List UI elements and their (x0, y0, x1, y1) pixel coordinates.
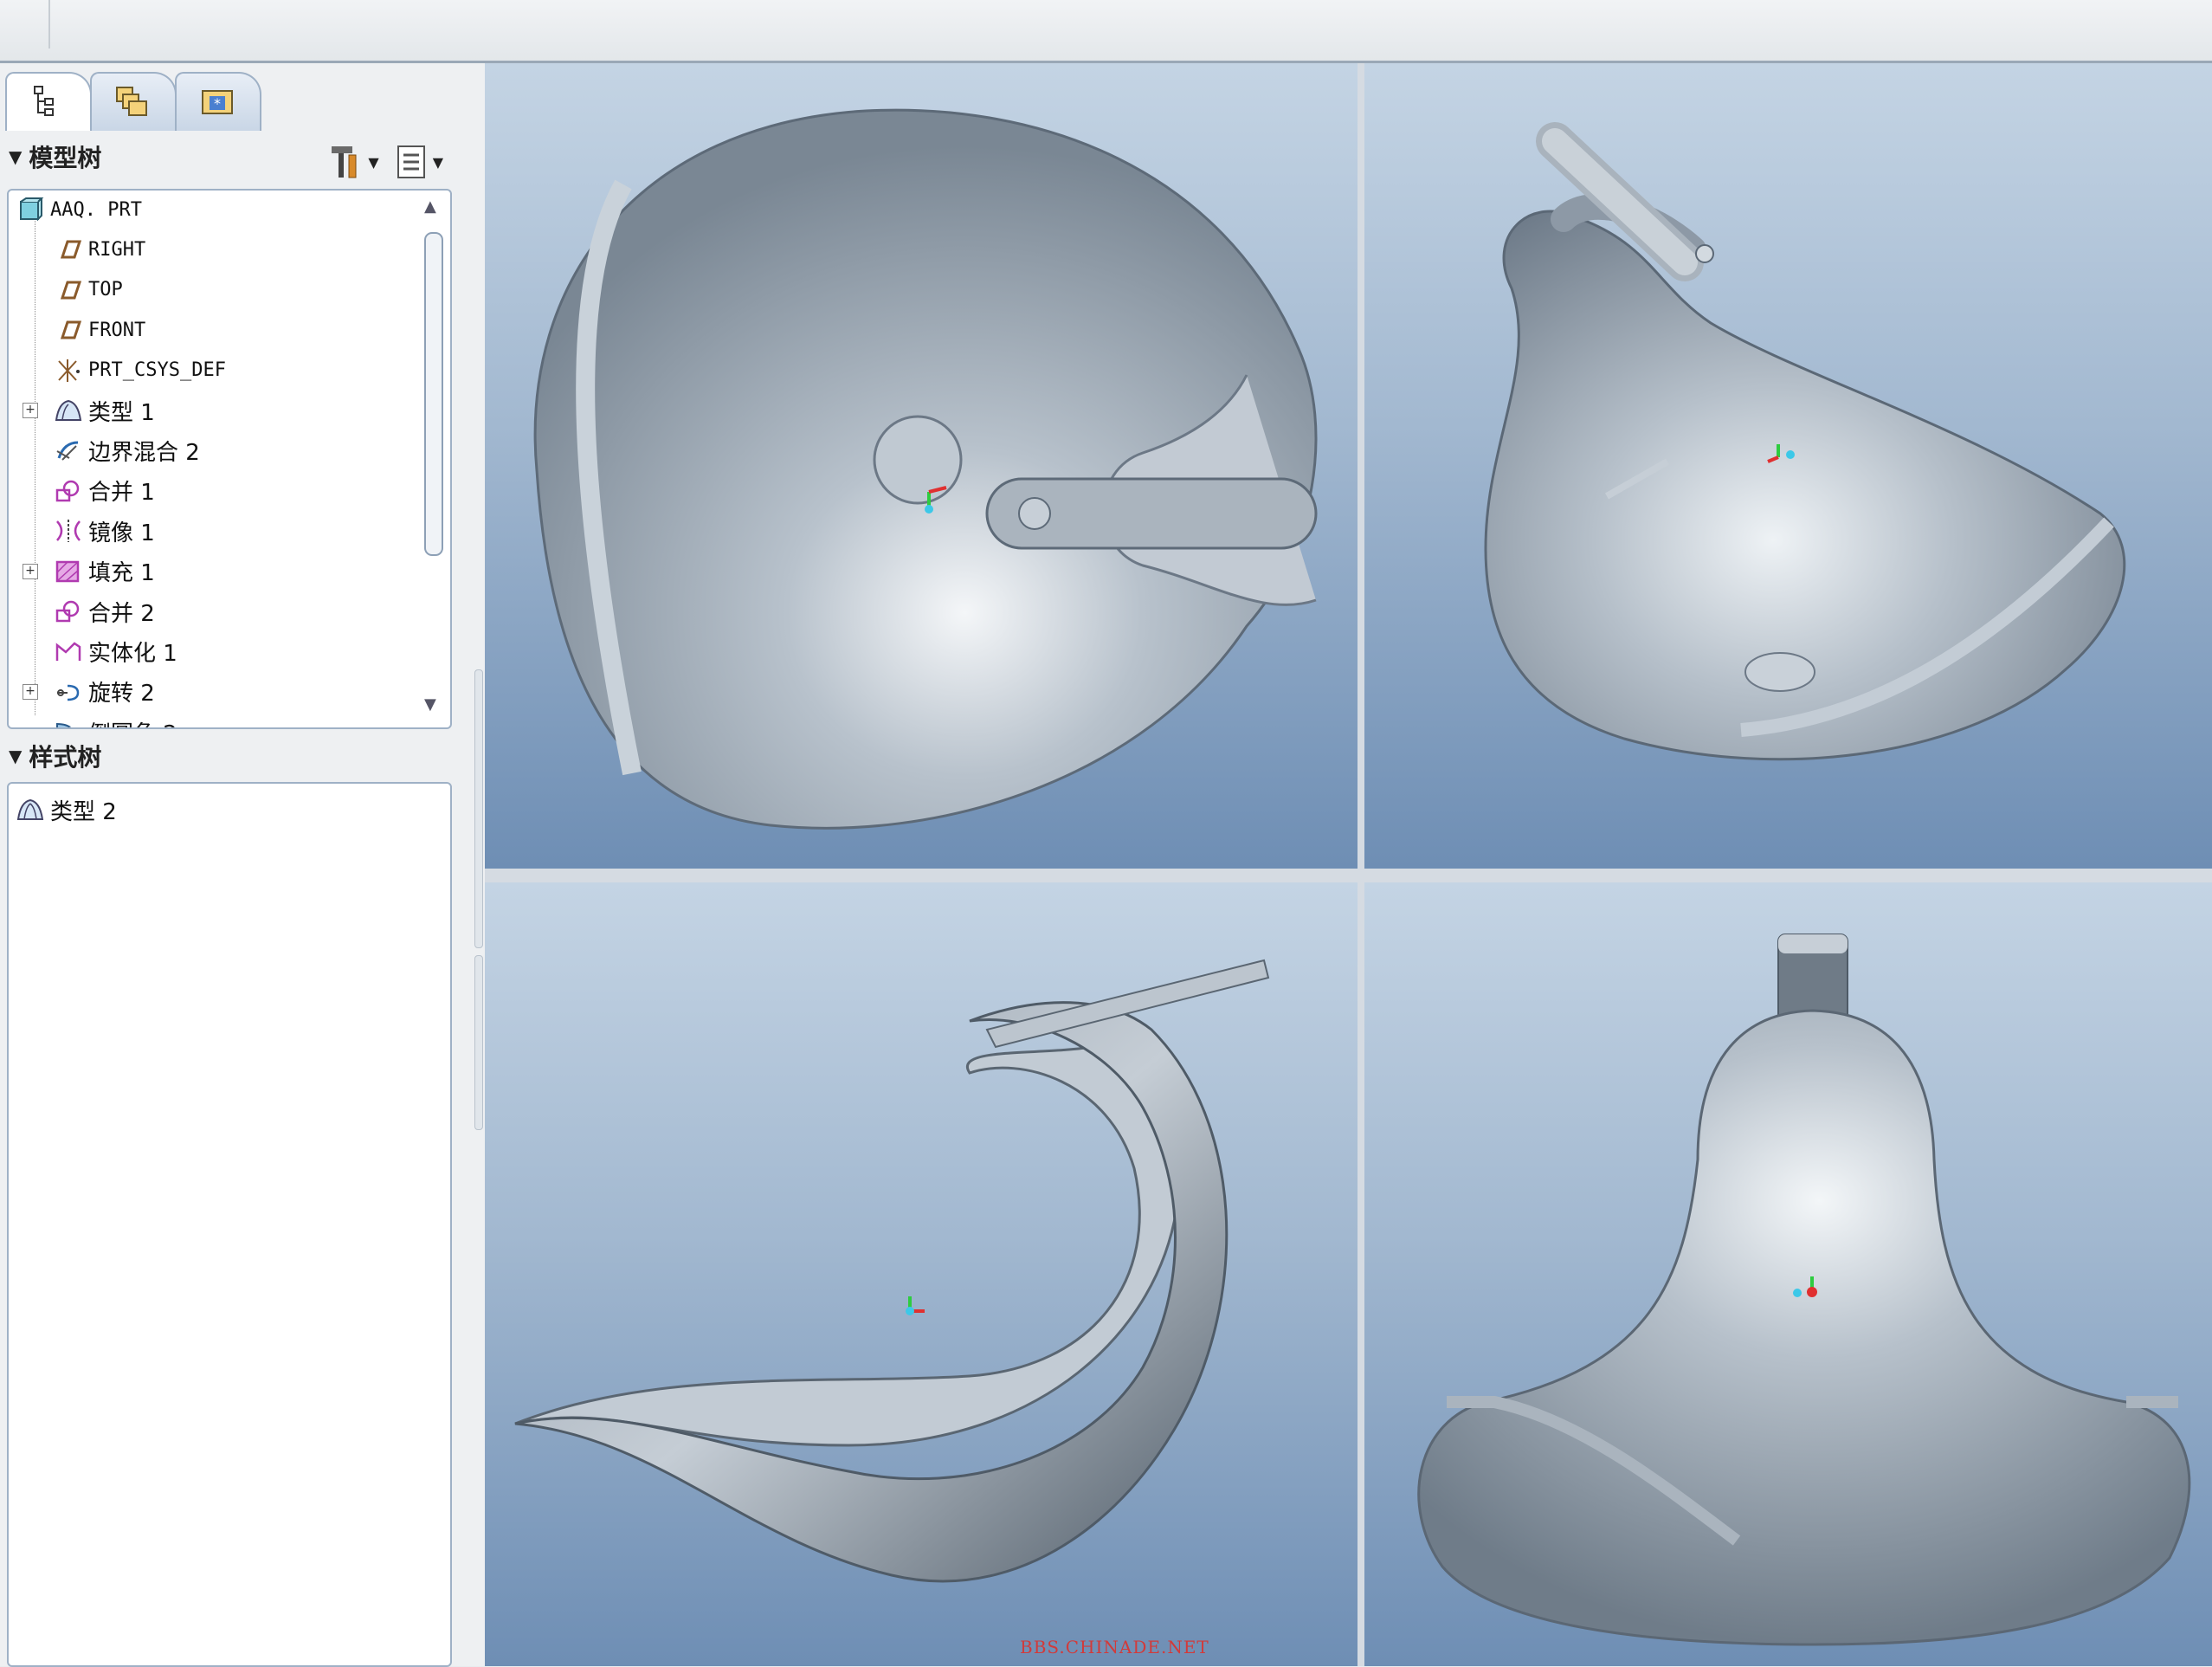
viewport-horizontal-divider[interactable] (485, 869, 2212, 882)
viewport-vertical-divider[interactable] (1358, 63, 1364, 1666)
model-tree-item-label: 实体化 1 (88, 640, 177, 667)
model-tree-item-label: FRONT (88, 319, 146, 341)
model-tree-item[interactable]: TOP (54, 275, 123, 306)
fill-icon (55, 560, 80, 582)
expand-plus-icon[interactable]: + (23, 683, 38, 700)
style-feature-icon (55, 399, 82, 421)
model-tree-item-label: PRT_CSYS_DEF (88, 359, 226, 382)
list-options-icon (397, 145, 425, 178)
model-tree-item-label: 合并 2 (88, 600, 155, 627)
model-tree-item-label: RIGHT (88, 238, 146, 261)
model-tree-item[interactable]: FRONT (54, 314, 145, 346)
model-view-side (514, 959, 1270, 1583)
scroll-thumb[interactable] (424, 232, 443, 556)
datum-plane-icon (60, 320, 82, 339)
model-tree-item[interactable]: RIGHT (54, 234, 145, 265)
model-tree-item[interactable]: + 旋转 2 (23, 676, 155, 708)
model-tree-item-label: 旋转 2 (88, 681, 155, 708)
viewport-bottom-left[interactable] (485, 882, 1358, 1666)
folder-browser-icon (116, 87, 147, 116)
model-tree-item-label: TOP (88, 279, 123, 301)
model-tree-item-label: AAQ. PRT (50, 198, 142, 221)
tab-folder-browser[interactable] (90, 72, 177, 131)
model-tree-item-label: 合并 1 (88, 480, 155, 507)
round-icon (56, 723, 73, 727)
boundary-blend-icon (56, 441, 79, 462)
model-tree-title: 模型树 (29, 144, 102, 172)
sash-handle-upper[interactable] (474, 669, 483, 948)
style-feature-icon (16, 798, 44, 820)
model-view-isometric (1484, 122, 2126, 761)
model-tree-box: AAQ. PRT RIGHT TOP FRONT PRT_CSYS_DEF + 类型 1 边界… (7, 189, 452, 729)
model-tree-icon (34, 86, 54, 116)
viewport-bottom-right[interactable] (1364, 882, 2212, 1666)
mirror-icon (56, 520, 81, 543)
part-icon (20, 197, 44, 222)
style-tree-title: 样式树 (29, 743, 102, 772)
chevron-down-icon: ▼ (432, 153, 443, 171)
tab-favorites[interactable]: * (175, 72, 261, 131)
favorites-folder-icon: * (202, 90, 233, 114)
datum-plane-icon (60, 281, 82, 300)
model-tree-item[interactable]: 合并 1 (54, 475, 155, 507)
chevron-down-icon: ▼ (368, 153, 379, 171)
collapse-triangle-icon[interactable]: ▼ (9, 746, 22, 766)
model-tree-item[interactable]: 镜像 1 (54, 515, 155, 546)
model-tree-item[interactable]: 边界混合 2 (54, 435, 200, 466)
expand-plus-icon[interactable]: + (23, 403, 38, 418)
watermark-text: BBS.CHINADE.NET (1020, 1637, 1209, 1657)
model-tree-item-label: 倒圆角 2 (88, 716, 177, 727)
solidify-icon (55, 642, 81, 662)
svg-text:*: * (214, 95, 221, 112)
model-tree-item[interactable]: + 类型 1 (23, 395, 155, 426)
model-tree-item-label: 边界混合 2 (88, 439, 200, 466)
model-tree-item-label: 镜像 1 (88, 520, 155, 546)
top-toolbar (0, 0, 2212, 63)
scroll-down-icon[interactable]: ▼ (424, 695, 436, 714)
tab-model-tree[interactable] (5, 72, 92, 131)
collapse-triangle-icon[interactable]: ▼ (9, 146, 22, 167)
model-tree-header[interactable]: ▼ 模型树 ▼ ▼ (9, 138, 459, 178)
csys-triad-icon (906, 1296, 925, 1315)
merge-icon (55, 600, 80, 623)
viewport-top-left[interactable] (485, 63, 1358, 869)
toolbar-separator (48, 0, 50, 48)
revolve-icon (57, 684, 80, 701)
model-tree-tools: ▼ ▼ (326, 143, 443, 181)
style-tree-box: 类型 2 (7, 782, 452, 1667)
navigator-panel: * ▼ 模型树 ▼ ▼ AAQ. PRT RIGHT TOP FRONT PRT… (0, 63, 472, 1667)
merge-icon (55, 480, 80, 502)
model-tree-item[interactable]: 实体化 1 (54, 636, 177, 667)
style-tree-header[interactable]: ▼ 样式树 (9, 737, 459, 775)
panel-sash[interactable] (472, 63, 485, 1666)
model-tree-item[interactable]: 合并 2 (54, 596, 155, 627)
style-tree-item-label: 类型 2 (50, 798, 117, 825)
sash-handle-lower[interactable] (474, 955, 483, 1130)
scroll-up-icon[interactable]: ▲ (424, 197, 436, 216)
model-tree-item[interactable]: AAQ. PRT (16, 194, 142, 225)
model-tree-item-label: 类型 1 (88, 399, 155, 426)
expand-plus-icon[interactable]: + (23, 563, 38, 579)
navigator-tabs: * (5, 72, 464, 131)
model-tree-item-label: 填充 1 (88, 560, 155, 587)
style-tree-item[interactable]: 类型 2 (16, 794, 117, 825)
csys-icon (58, 359, 80, 382)
model-tree-item[interactable]: + 填充 1 (23, 556, 155, 587)
settings-tools-button[interactable]: ▼ (326, 143, 379, 181)
model-tree-item[interactable]: PRT_CSYS_DEF (54, 355, 226, 386)
model-tree-scrollbar[interactable]: ▲ ▼ (422, 197, 443, 717)
datum-plane-icon (60, 240, 82, 259)
model-view-back (1417, 934, 2191, 1646)
show-options-button[interactable]: ▼ (395, 143, 443, 181)
tools-hammer-icon (332, 146, 357, 178)
viewport-top-right[interactable] (1364, 63, 2212, 869)
model-view-front (533, 108, 1318, 830)
model-tree-item[interactable]: 倒圆角 2 (54, 716, 177, 727)
